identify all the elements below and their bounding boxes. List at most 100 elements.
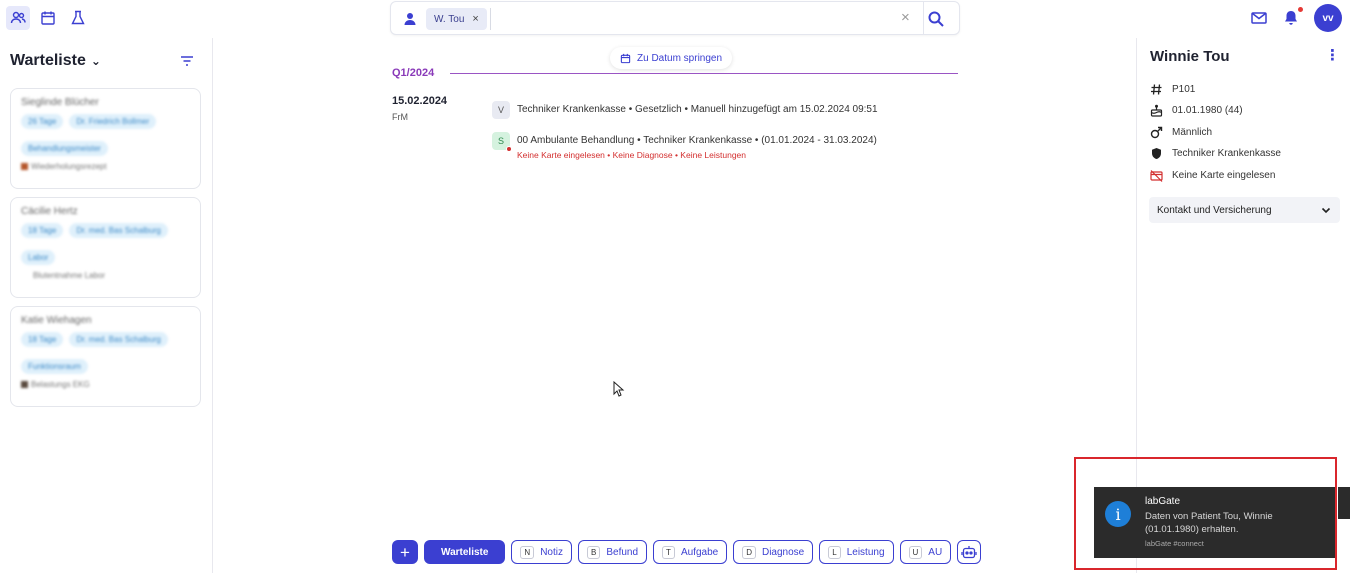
toast-title: labGate: [1145, 496, 1181, 507]
waitlist-chip: 26 Tage: [21, 114, 64, 129]
timeline-entry-billing[interactable]: S 00 Ambulante Behandlung • Techniker Kr…: [492, 132, 877, 161]
task-button[interactable]: T Aufgabe: [653, 540, 728, 564]
room-color-icon: [21, 381, 28, 388]
button-label: Notiz: [540, 546, 563, 558]
calendar-icon: [620, 53, 631, 63]
diagnosis-button[interactable]: D Diagnose: [733, 540, 814, 564]
timeline-entry-insurance[interactable]: V Techniker Krankenkasse • Gesetzlich • …: [492, 101, 878, 119]
jump-to-date-label: Zu Datum springen: [637, 52, 723, 64]
entry-text: Techniker Krankenkasse • Gesetzlich • Ma…: [517, 104, 878, 115]
chevron-down-icon: ⌄: [90, 54, 101, 68]
shortcut-key: D: [742, 545, 756, 559]
filter-icon[interactable]: [179, 53, 195, 69]
user-avatar[interactable]: vv: [1314, 4, 1342, 32]
patient-birthdate-row: 01.01.1980 (44): [1150, 104, 1243, 117]
service-button[interactable]: L Leistung: [819, 540, 894, 564]
search-icon[interactable]: [927, 10, 945, 28]
waitlist-card[interactable]: Sieglinde Blücher 26 Tage Dr. Friedrich …: [10, 88, 201, 189]
waitlist-chip: 18 Tage: [21, 223, 64, 238]
lab-flask-icon[interactable]: [66, 6, 90, 30]
mail-icon[interactable]: [1250, 9, 1268, 27]
waitlist-button[interactable]: Warteliste: [424, 540, 506, 564]
mouse-cursor-icon: [613, 381, 625, 397]
shortcut-key: N: [520, 545, 535, 559]
patient-id-row: P101: [1150, 83, 1195, 96]
button-label: Aufgabe: [680, 546, 719, 558]
info-icon: i: [1105, 501, 1131, 527]
card-missing-icon: [1150, 170, 1163, 182]
main-nav: [6, 6, 90, 30]
more-options-icon[interactable]: ⋮: [1325, 48, 1340, 64]
waitlist-chip: Dr. Friedrich Bollmer: [69, 114, 157, 129]
chip-close-icon[interactable]: ×: [472, 13, 478, 25]
waitlist-patient-name: Cäcilie Hertz: [21, 206, 78, 217]
search-divider: [490, 8, 491, 30]
accordion-label: Kontakt und Versicherung: [1157, 204, 1272, 216]
shortcut-key: T: [662, 545, 675, 559]
assistant-bot-icon[interactable]: [957, 540, 982, 564]
clear-search-icon[interactable]: ×: [901, 10, 910, 26]
waitlist-chip: Dr. med. Bas Schalburg: [69, 332, 168, 347]
note-button[interactable]: N Notiz: [511, 540, 572, 564]
button-label: Befund: [606, 546, 639, 558]
patient-name: Winnie Tou: [1150, 48, 1230, 65]
patients-icon[interactable]: [6, 6, 30, 30]
waitlist-chip: Dr. med. Bas Schalburg: [69, 223, 168, 238]
waitlist-card[interactable]: Cäcilie Hertz 18 Tage Dr. med. Bas Schal…: [10, 197, 201, 298]
contact-insurance-accordion[interactable]: Kontakt und Versicherung: [1149, 197, 1340, 223]
finding-button[interactable]: B Befund: [578, 540, 648, 564]
labgate-toast-notification[interactable]: i labGate Daten von Patient Tou, Winnie …: [1094, 487, 1335, 558]
add-button[interactable]: +: [392, 540, 418, 564]
action-bar: + Warteliste N Notiz B Befund T Aufgabe …: [392, 540, 982, 564]
entry-warning: Keine Karte eingelesen • Keine Diagnose …: [517, 150, 747, 160]
notification-dot: [1298, 7, 1303, 12]
button-label: Leistung: [846, 546, 885, 558]
male-icon: [1150, 126, 1163, 139]
waitlist-dropdown[interactable]: Warteliste ⌄: [10, 52, 101, 70]
patient-card-status: Keine Karte eingelesen: [1172, 170, 1276, 181]
waitlist-sidebar: Warteliste ⌄ Sieglinde Blücher 26 Tage D…: [0, 38, 213, 573]
waitlist-note: Belastungs EKG: [31, 380, 90, 389]
entry-badge-letter: S: [497, 136, 504, 146]
shortcut-key: B: [587, 545, 601, 559]
calendar-icon[interactable]: [36, 6, 60, 30]
birthday-cake-icon: [1150, 104, 1163, 117]
entry-date-sub: FrM: [392, 112, 408, 122]
patient-gender-row: Männlich: [1150, 126, 1212, 139]
patient-birthdate: 01.01.1980 (44): [1172, 105, 1243, 116]
room-color-icon: [21, 163, 28, 170]
header-actions: vv: [1250, 4, 1342, 32]
jump-to-date-button[interactable]: Zu Datum springen: [610, 47, 733, 69]
patient-id: P101: [1172, 84, 1196, 95]
waitlist-chip: Behandlungsmeister: [21, 141, 108, 156]
button-label: Diagnose: [761, 546, 805, 558]
waitlist-title: Warteliste: [10, 52, 86, 69]
patient-gender: Männlich: [1172, 127, 1213, 138]
entry-type-badge: S: [492, 132, 512, 152]
chevron-down-icon: [1321, 207, 1331, 214]
patient-search-bar[interactable]: W. Tou × ×: [390, 1, 960, 35]
quarter-divider: [450, 73, 958, 74]
sick-note-button[interactable]: U AU: [899, 540, 952, 564]
entry-type-badge: V: [492, 101, 510, 119]
patient-insurance: Techniker Krankenkasse: [1172, 148, 1281, 159]
waitlist-patient-name: Katie Wiehagen: [21, 315, 92, 326]
toast-message: Daten von Patient Tou, Winnie (01.01.198…: [1145, 511, 1273, 535]
shortcut-key: L: [828, 545, 841, 559]
toast-edge: [1338, 487, 1350, 519]
patient-insurance-row: Techniker Krankenkasse: [1150, 147, 1281, 160]
notifications-bell-icon[interactable]: [1282, 7, 1303, 27]
waitlist-note: Wiederholungsrezept: [31, 162, 107, 171]
search-separator: [923, 2, 924, 34]
person-icon: [404, 13, 416, 25]
button-label: AU: [928, 546, 943, 558]
entry-date: 15.02.2024: [392, 95, 448, 107]
toast-source: labGate #connect: [1145, 539, 1204, 548]
waitlist-note: Blutentnahme Labor: [33, 271, 106, 280]
waitlist-chip: Funktionsraum: [21, 359, 88, 374]
shield-icon: [1152, 148, 1161, 159]
quarter-label: Q1/2024: [392, 67, 435, 79]
selected-patient-chip[interactable]: W. Tou ×: [426, 8, 487, 30]
waitlist-chip: 18 Tage: [21, 332, 64, 347]
waitlist-card[interactable]: Katie Wiehagen 18 Tage Dr. med. Bas Scha…: [10, 306, 201, 407]
